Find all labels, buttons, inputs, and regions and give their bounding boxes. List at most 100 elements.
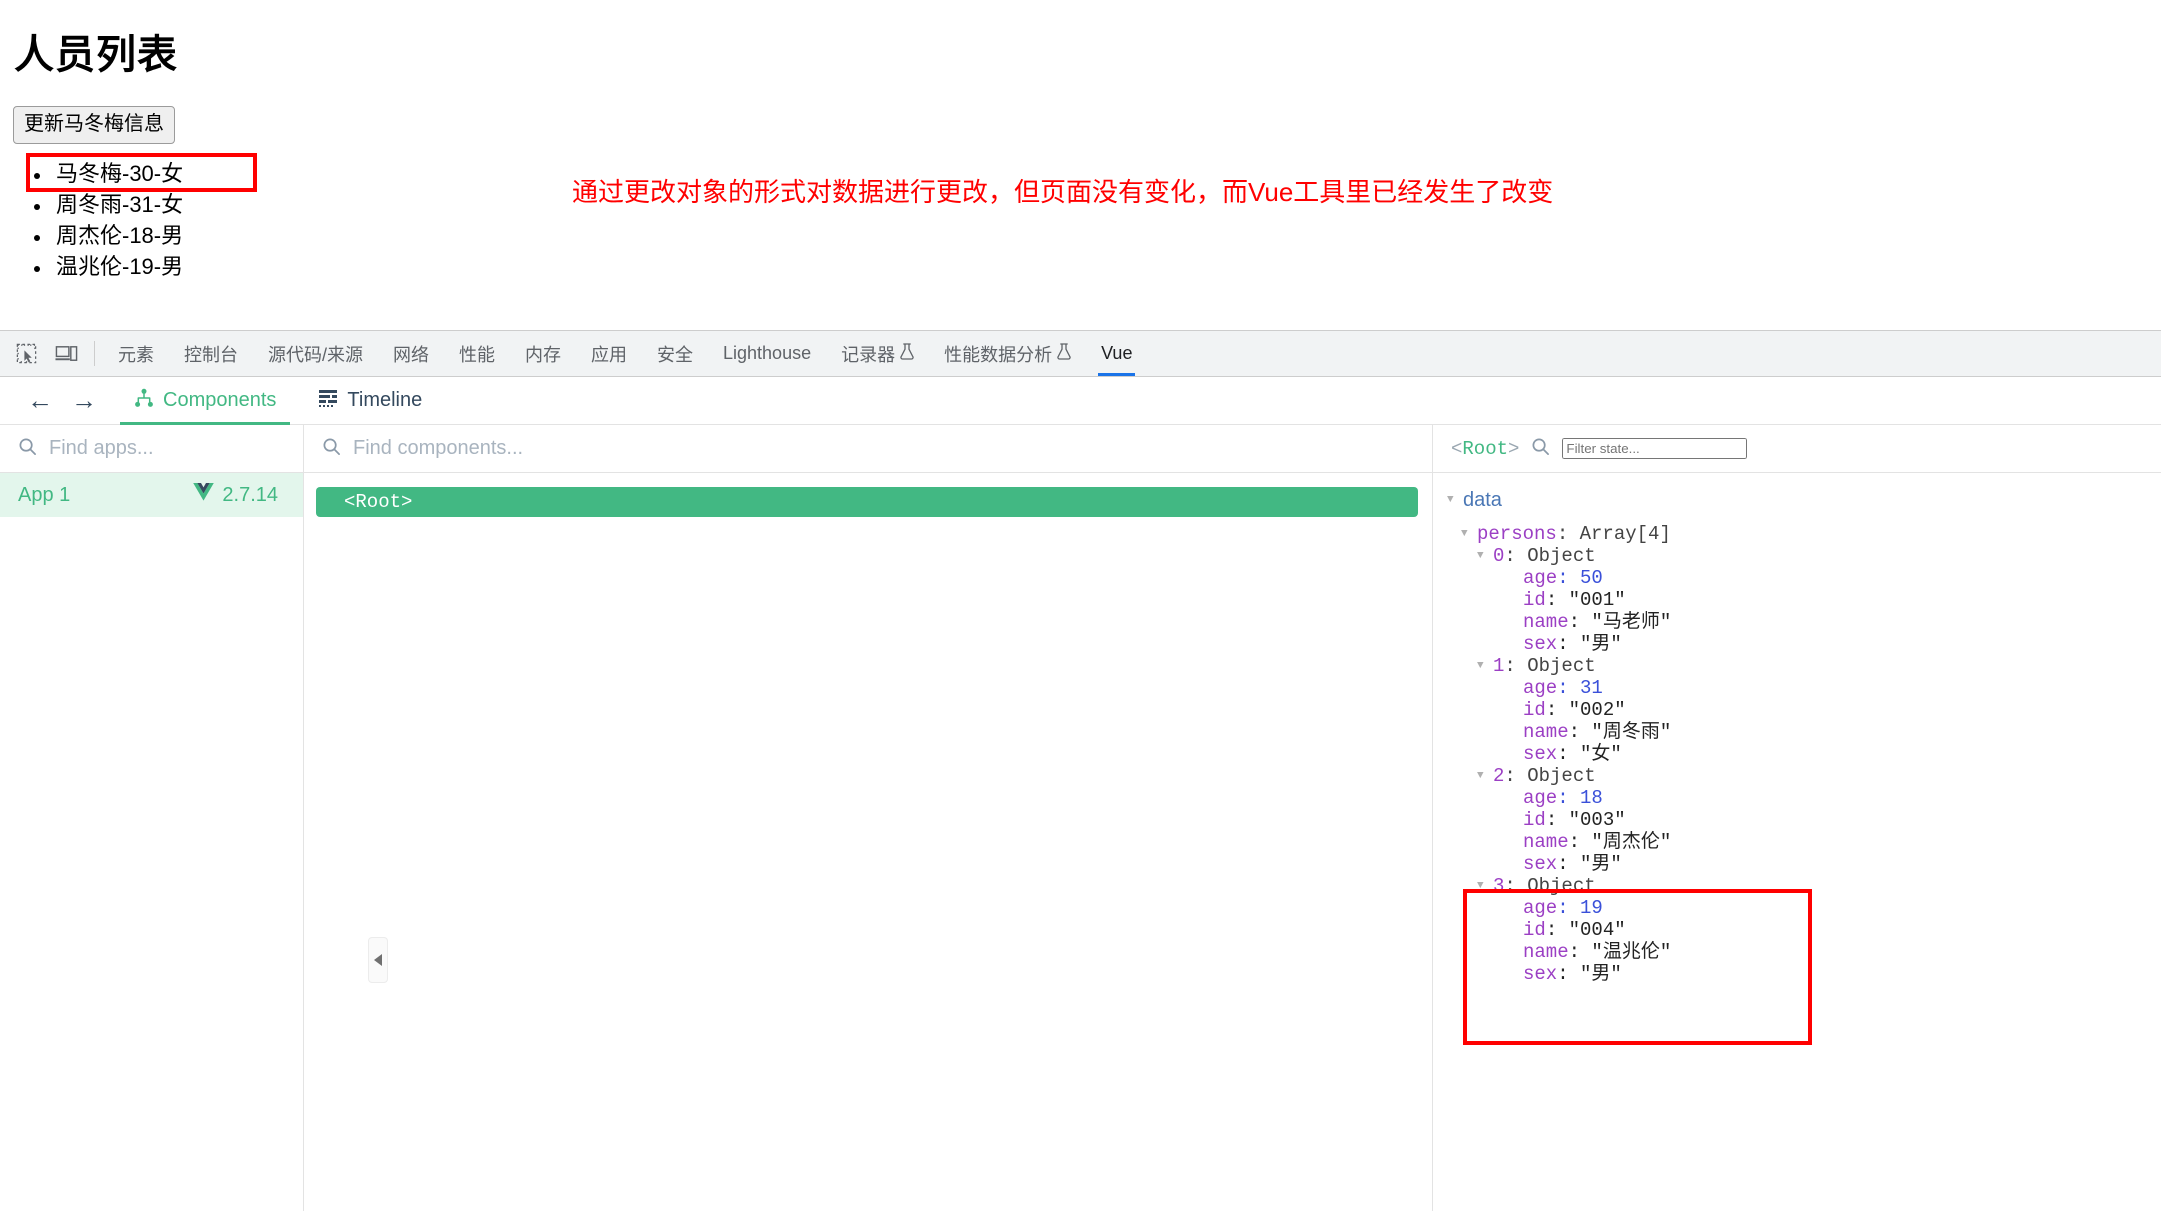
devtools-tab-label: 元素 <box>118 344 154 365</box>
devtools-tab-4[interactable]: 网络 <box>378 331 444 376</box>
devtools-tab-6[interactable]: 内存 <box>510 331 576 376</box>
page-title: 人员列表 <box>14 33 178 77</box>
back-arrow-icon[interactable]: ← <box>18 379 62 423</box>
tab-components[interactable]: Components <box>120 377 291 425</box>
state-object-index: 3 <box>1493 875 1505 897</box>
devtools-tab-9[interactable]: Lighthouse <box>708 331 826 376</box>
find-apps-bar <box>0 425 345 473</box>
state-prop-id: ▼id: "003" <box>1447 809 2161 831</box>
state-prop-key: id <box>1523 699 1546 721</box>
find-components-input[interactable] <box>351 436 1418 461</box>
state-prop-value: : "周冬雨" <box>1568 721 1672 743</box>
state-prop-key: id <box>1523 589 1546 611</box>
devtools-tab-label: Lighthouse <box>723 343 812 363</box>
vue-devtools-body: App 1 2.7.14 <box>0 425 2161 1211</box>
state-prop-key: name <box>1523 831 1569 853</box>
state-prop-sex: ▼sex: "男" <box>1447 963 2161 985</box>
state-node-object-3[interactable]: ▼ 3: Object <box>1447 875 2161 897</box>
state-prop-key: sex <box>1523 963 1558 985</box>
state-prop-key: sex <box>1523 853 1558 875</box>
component-tree: <Root> <box>304 473 1432 1211</box>
app-list-item[interactable]: App 1 2.7.14 <box>0 473 303 517</box>
inspect-element-icon[interactable] <box>6 331 46 376</box>
state-prop-value: : "温兆伦" <box>1568 941 1672 963</box>
caret-down-icon[interactable]: ▼ <box>1461 523 1477 545</box>
filter-state-input[interactable] <box>1562 438 1748 459</box>
state-header: <Root> <box>1433 425 2161 473</box>
caret-down-icon[interactable]: ▼ <box>1477 545 1493 567</box>
state-object-type: : Object <box>1504 545 1596 567</box>
search-icon <box>1531 437 1550 461</box>
state-prop-sex: ▼sex: "男" <box>1447 853 2161 875</box>
devtools-tab-12[interactable]: Vue <box>1086 331 1148 376</box>
tab-components-label: Components <box>163 389 277 411</box>
state-column: <Root> ▼data▼persons: Array[4]▼0: Object… <box>1433 425 2161 1211</box>
state-prop-value: : "001" <box>1545 589 1626 611</box>
caret-down-icon[interactable]: ▼ <box>1477 655 1493 677</box>
devtools-tab-3[interactable]: 源代码/来源 <box>253 331 378 376</box>
state-prop-key: name <box>1523 721 1569 743</box>
tab-timeline-label: Timeline <box>347 389 423 411</box>
state-spacer <box>1447 511 2161 523</box>
state-prop-value: : "马老师" <box>1568 611 1672 633</box>
state-prop-key: sex <box>1523 633 1558 655</box>
tab-timeline[interactable]: Timeline <box>304 377 436 425</box>
devtools-tab-label: 性能 <box>459 344 496 365</box>
state-node-object-0[interactable]: ▼ 0: Object <box>1447 545 2161 567</box>
state-tree: ▼data▼persons: Array[4]▼0: Object▼age: 5… <box>1433 473 2161 1211</box>
state-root-key: data <box>1463 488 1502 511</box>
devtools-tab-2[interactable]: 控制台 <box>169 331 253 376</box>
state-prop-key: name <box>1523 611 1569 633</box>
state-prop-value: : 19 <box>1557 897 1603 919</box>
caret-down-icon[interactable]: ▼ <box>1447 489 1463 511</box>
devtools-tab-label: 源代码/来源 <box>268 344 364 365</box>
devtools-tab-1[interactable]: 元素 <box>103 331 169 376</box>
find-apps-input[interactable] <box>47 436 316 461</box>
selected-component-label: <Root> <box>1451 437 1520 460</box>
selected-component-name: Root <box>1462 437 1509 460</box>
component-node-root[interactable]: <Root> <box>316 487 1418 517</box>
state-value-persons: : Array[4] <box>1556 523 1671 545</box>
app-name: App 1 <box>18 483 71 506</box>
devtools-tab-11[interactable]: 性能数据分析 <box>929 331 1086 376</box>
devtools-tab-7[interactable]: 应用 <box>576 331 642 376</box>
state-prop-value: : "男" <box>1557 963 1622 985</box>
state-prop-value: : "女" <box>1557 743 1622 765</box>
apps-column: App 1 2.7.14 <box>0 425 345 1211</box>
state-node-persons[interactable]: ▼ persons: Array[4] <box>1447 523 2161 545</box>
caret-down-icon[interactable]: ▼ <box>1477 765 1493 787</box>
device-toolbar-icon[interactable] <box>46 331 86 376</box>
devtools-tab-8[interactable]: 安全 <box>642 331 708 376</box>
state-object-type: : Object <box>1504 655 1596 677</box>
find-components-bar <box>304 425 1432 473</box>
state-node-object-2[interactable]: ▼ 2: Object <box>1447 765 2161 787</box>
devtools-tab-5[interactable]: 性能 <box>444 331 510 376</box>
state-prop-sex: ▼sex: "女" <box>1447 743 2161 765</box>
state-prop-sex: ▼sex: "男" <box>1447 633 2161 655</box>
state-prop-key: sex <box>1523 743 1558 765</box>
state-prop-value: : "周杰伦" <box>1568 831 1672 853</box>
devtools-tab-10[interactable]: 记录器 <box>826 331 929 376</box>
devtools-tab-label: 内存 <box>525 344 562 365</box>
state-prop-value: : "002" <box>1545 699 1626 721</box>
state-key-persons: persons <box>1477 523 1557 545</box>
state-prop-name: ▼name: "周冬雨" <box>1447 721 2161 743</box>
web-page-content: 人员列表 更新马冬梅信息 马冬梅-30-女周冬雨-31-女周杰伦-18-男温兆伦… <box>0 0 2161 330</box>
state-prop-id: ▼id: "001" <box>1447 589 2161 611</box>
caret-down-icon[interactable]: ▼ <box>1477 875 1493 897</box>
app-version-label: 2.7.14 <box>222 483 278 506</box>
state-prop-age: ▼age: 19 <box>1447 897 2161 919</box>
update-person-button[interactable]: 更新马冬梅信息 <box>13 106 175 144</box>
state-prop-key: age <box>1523 787 1558 809</box>
state-node-object-1[interactable]: ▼ 1: Object <box>1447 655 2161 677</box>
state-prop-id: ▼id: "004" <box>1447 919 2161 941</box>
panel-collapse-handle[interactable] <box>368 937 388 983</box>
devtools-tab-label: 控制台 <box>184 344 238 365</box>
forward-arrow-icon[interactable]: → <box>62 379 106 423</box>
state-prop-key: id <box>1523 809 1546 831</box>
devtools-tab-label: 性能数据分析 <box>944 344 1053 365</box>
vue-devtools-nav: ← → Components Timeline <box>0 377 2161 425</box>
timeline-icon <box>318 389 338 413</box>
state-node-data[interactable]: ▼ data <box>1447 489 2161 511</box>
state-prop-value: : "男" <box>1557 853 1622 875</box>
